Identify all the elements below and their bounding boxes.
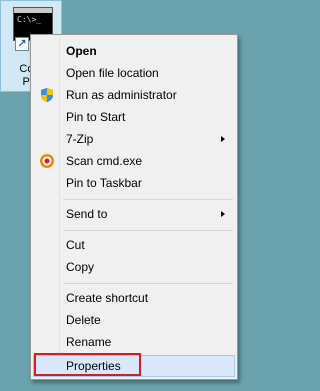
- menu-item-run-as-administrator[interactable]: Run as administrator: [33, 84, 235, 106]
- menu-item-label: Run as administrator: [66, 88, 177, 102]
- menu-item-label: Open file location: [66, 66, 159, 80]
- menu-item-copy[interactable]: Copy: [33, 256, 235, 278]
- menu-item-scan[interactable]: Scan cmd.exe: [33, 150, 235, 172]
- menu-item-label: Pin to Start: [66, 110, 126, 124]
- menu-item-create-shortcut[interactable]: Create shortcut: [33, 287, 235, 309]
- menu-item-label: Pin to Taskbar: [66, 176, 142, 190]
- shortcut-arrow-icon: ↗: [15, 37, 29, 51]
- context-menu: Open Open file location Run as administr…: [30, 34, 238, 380]
- menu-item-cut[interactable]: Cut: [33, 234, 235, 256]
- menu-separator: [63, 199, 233, 200]
- menu-item-delete[interactable]: Delete: [33, 309, 235, 331]
- menu-item-pin-to-start[interactable]: Pin to Start: [33, 106, 235, 128]
- menu-item-rename[interactable]: Rename: [33, 331, 235, 353]
- menu-item-label: Scan cmd.exe: [66, 154, 143, 168]
- menu-item-label: Copy: [66, 260, 95, 274]
- menu-separator: [63, 230, 233, 231]
- menu-separator: [63, 283, 233, 284]
- menu-item-label: Delete: [66, 313, 101, 327]
- cmd-prompt-text: C:\>_: [17, 15, 42, 24]
- menu-item-label: Send to: [66, 207, 108, 221]
- menu-item-open-file-location[interactable]: Open file location: [33, 62, 235, 84]
- uac-shield-icon: [41, 88, 53, 102]
- menu-item-send-to[interactable]: Send to: [33, 203, 235, 225]
- menu-item-7zip[interactable]: 7-Zip: [33, 128, 235, 150]
- antivirus-icon: [40, 154, 54, 168]
- menu-item-label: 7-Zip: [66, 132, 94, 146]
- submenu-arrow-icon: [221, 136, 225, 142]
- menu-item-open[interactable]: Open: [33, 40, 235, 62]
- menu-item-label: Open: [66, 44, 97, 58]
- menu-item-pin-to-taskbar[interactable]: Pin to Taskbar: [33, 172, 235, 194]
- properties-highlight-outline: [34, 353, 141, 376]
- menu-item-label: Create shortcut: [66, 291, 149, 305]
- submenu-arrow-icon: [221, 211, 225, 217]
- menu-item-label: Rename: [66, 335, 112, 349]
- menu-item-label: Cut: [66, 238, 85, 252]
